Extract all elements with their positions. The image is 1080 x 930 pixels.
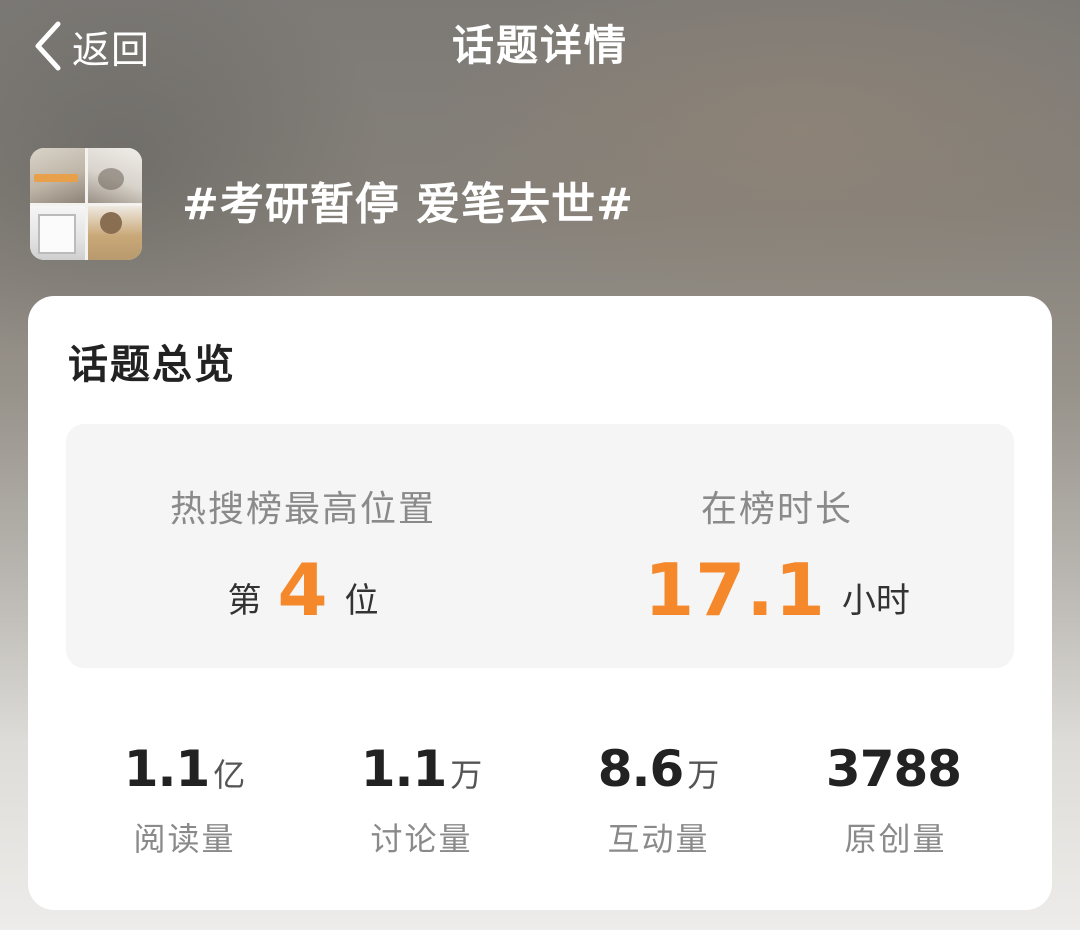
duration-unit: 小时 (841, 580, 910, 621)
card-title: 话题总览 (68, 342, 236, 388)
thumbnail-tile (30, 148, 85, 203)
stat-label: 阅读量 (133, 820, 236, 858)
stat-original-count: 3788 原创量 (777, 740, 1014, 870)
duration-value: 17.1 (644, 548, 826, 632)
rank-suffix: 位 (344, 580, 379, 621)
stat-value: 1.1 (123, 740, 211, 798)
stat-label: 互动量 (607, 820, 710, 858)
overview-panel: 热搜榜最高位置 第 4 位 在榜时长 17.1 小时 (66, 424, 1014, 668)
highest-rank-label: 热搜榜最高位置 (169, 489, 436, 530)
stat-unit: 万 (687, 756, 720, 794)
topic-title: #考研暂停 爱笔去世# (182, 179, 635, 230)
thumbnail-tile (30, 205, 85, 260)
rank-value: 4 (277, 548, 329, 632)
stat-value: 3788 (825, 740, 962, 798)
stat-label: 原创量 (844, 820, 947, 858)
thumbnail-tile (87, 148, 142, 203)
stat-unit: 万 (450, 756, 483, 794)
highest-rank-value-row: 第 4 位 (66, 548, 540, 632)
duration-label: 在榜时长 (700, 489, 853, 530)
stat-read-count: 1.1 亿 阅读量 (66, 740, 303, 870)
topic-thumbnail[interactable] (30, 148, 142, 260)
stat-discussion-count: 1.1 万 讨论量 (303, 740, 540, 870)
stat-unit: 亿 (213, 756, 246, 794)
duration-value-row: 17.1 小时 (540, 548, 1014, 632)
stat-interaction-count: 8.6 万 互动量 (540, 740, 777, 870)
rank-prefix: 第 (227, 580, 262, 621)
page-title: 话题详情 (451, 21, 628, 70)
topic-overview-card: 话题总览 热搜榜最高位置 第 4 位 在榜时长 17.1 小时 1.1 亿 阅读… (28, 296, 1052, 910)
highest-rank-block: 热搜榜最高位置 第 4 位 (66, 424, 540, 668)
stat-value: 1.1 (360, 740, 448, 798)
top-nav-bar: 返回 话题详情 (0, 0, 1080, 92)
stats-row: 1.1 亿 阅读量 1.1 万 讨论量 8.6 万 互动量 3788 原创量 (66, 740, 1014, 870)
stat-value: 8.6 (597, 740, 685, 798)
stat-label: 讨论量 (370, 820, 473, 858)
duration-block: 在榜时长 17.1 小时 (540, 424, 1014, 668)
thumbnail-tile (87, 205, 142, 260)
